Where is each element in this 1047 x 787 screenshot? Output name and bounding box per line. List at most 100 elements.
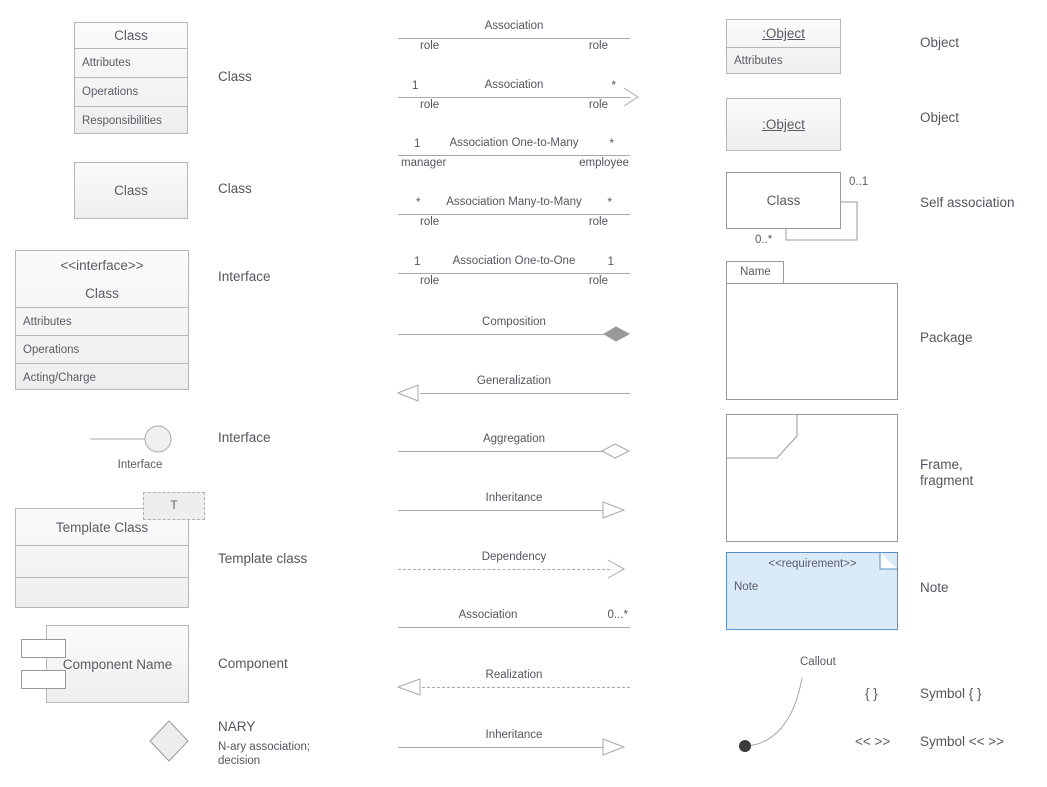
relation-line [398,97,630,98]
relation-role-right: role [588,275,608,287]
relation-mult-left: 1 [414,256,421,268]
interface-name: Class [85,285,119,301]
relation-label: Association Many-to-Many [446,196,582,208]
relation-label: Association One-to-Many [449,137,579,149]
relation-composition[interactable]: Composition [398,316,631,362]
relation-role-right: employee [579,157,629,169]
relation-association-one-to-one[interactable]: Association One-to-One 1 1 role role [398,255,630,301]
relation-line [398,38,630,39]
relation-role-left: role [420,99,440,111]
object-simple-label: :Object [762,117,805,132]
self-association-class-box[interactable]: Class [726,172,841,229]
class-full-box[interactable]: Class Attributes Operations Responsibili… [74,22,188,134]
callout-curve-icon [739,677,803,752]
relation-role-left: role [420,216,440,228]
template-class-row-2 [16,577,188,609]
hollow-triangle-icon [602,738,626,756]
component-port-top [21,639,66,658]
relation-mult-right: 0...* [607,609,628,621]
object-attributes: Attributes [727,47,840,74]
caption-symbol-braces: Symbol { } [920,686,982,701]
relation-generalization[interactable]: Generalization [396,375,630,421]
caption-class-full: Class [218,69,252,84]
relation-association-many-to-many[interactable]: Association Many-to-Many * * role role [398,196,630,242]
relation-realization[interactable]: Realization [396,669,630,715]
package-tab-label: Name [740,266,771,278]
note-text: Note [734,581,759,593]
class-full-title: Class [114,28,148,43]
caption-class-simple: Class [218,181,252,196]
object-with-attributes-box[interactable]: :Object Attributes [726,19,841,74]
relation-line [398,334,608,335]
relation-line [398,451,606,452]
nary-diamond-icon [149,720,189,762]
interface-operations: Operations [16,335,188,363]
relation-label: Generalization [476,375,552,387]
relation-mult-right: * [609,138,614,150]
template-class-box[interactable]: Template Class [15,508,189,608]
relation-label: Realization [485,669,543,681]
relation-label: Association [484,79,544,91]
relation-label: Inheritance [485,729,543,741]
relation-mult-right: 1 [607,256,614,268]
relation-association-2[interactable]: Association 1 * role role [398,79,639,125]
relation-mult-right: * [607,197,612,209]
object-simple-box[interactable]: :Object [726,98,841,151]
open-arrow-icon [623,87,639,107]
self-association-mult-bottom: 0..* [755,234,773,246]
relation-role-right: role [588,216,608,228]
class-full-operations: Operations [75,77,187,106]
relation-mult-right: * [611,80,616,92]
caption-object-simple: Object [920,110,960,125]
relation-label: Association [458,609,518,621]
interface-box[interactable]: <<interface>> Class Attributes Operation… [15,250,189,390]
caption-frame: Frame, fragment [920,457,974,488]
template-class-row-1 [16,545,188,577]
relation-line [422,687,630,688]
relation-line [420,393,630,394]
relation-aggregation[interactable]: Aggregation [398,433,631,479]
relation-association-one-to-many[interactable]: Association One-to-Many 1 * manager empl… [398,137,630,183]
relation-role-left: role [420,275,440,287]
relation-role-right: role [588,99,608,111]
note-stereotype: <<requirement>> [768,558,857,570]
relation-role-right: role [588,40,608,52]
caption-self-association: Self association [920,195,1015,210]
object-simple-name: :Object [727,99,840,150]
relation-association-3[interactable]: Association 0...* [398,609,630,655]
class-full-responsibilities: Responsibilities [75,106,187,135]
frame-corner-icon [726,414,798,459]
package-body[interactable] [726,283,898,400]
relation-label: Dependency [481,551,547,563]
relation-line [398,747,606,748]
interface-attributes: Attributes [16,307,188,335]
interface-stereotype: <<interface>> [60,257,144,273]
relation-dependency[interactable]: Dependency [398,551,630,597]
relation-label: Association One-to-One [452,255,576,267]
component-box[interactable]: Component Name [46,625,189,703]
relation-mult-left: 1 [412,80,419,92]
relation-line [398,569,610,570]
relation-inheritance-2[interactable]: Inheritance [398,729,630,775]
symbol-braces-glyph: { } [865,686,878,701]
hollow-triangle-left-icon [396,384,419,402]
relation-role-left: manager [401,157,447,169]
relation-label: Association [484,20,544,32]
relation-label: Aggregation [482,433,546,445]
filled-diamond-icon [603,326,631,342]
relation-line [398,510,606,511]
hollow-triangle-left-icon [396,678,421,696]
class-simple-box[interactable]: Class [74,162,188,219]
caption-interface-box: Interface [218,269,271,284]
relation-mult-left: * [416,197,421,209]
relation-association-1[interactable]: Association role role [398,20,630,66]
template-param-box[interactable]: T [143,492,205,520]
interface-lollipop-label: Interface [117,459,163,471]
relation-mult-left: 1 [414,138,421,150]
symbol-guillemets-glyph: << >> [855,734,891,749]
class-simple-label: Class [114,183,148,198]
caption-package: Package [920,330,973,345]
relation-label: Composition [482,316,546,328]
caption-nary-sub: N-ary association; decision [218,741,311,767]
relation-inheritance-1[interactable]: Inheritance [398,492,630,538]
